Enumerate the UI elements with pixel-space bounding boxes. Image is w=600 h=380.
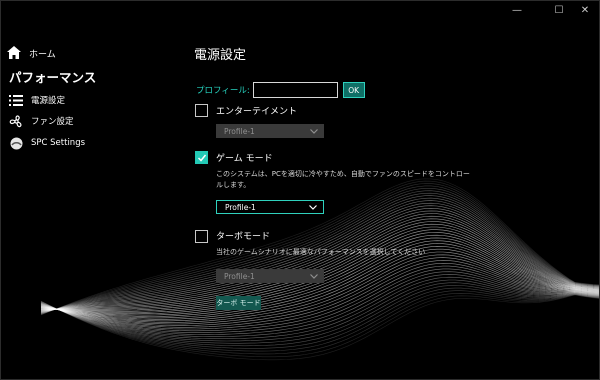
dropdown-value: Profile-1 — [225, 202, 256, 212]
turbo-mode-description: 当社のゲームシナリオに最適なパフォーマンスを選択してください — [216, 248, 426, 256]
turbo-mode-profile-dropdown: Profile-1 — [216, 269, 324, 283]
home-icon — [7, 44, 21, 63]
profile-name-input[interactable] — [252, 82, 338, 98]
dropdown-value: Profile-1 — [224, 271, 255, 281]
profile-ok-button[interactable]: OK — [342, 82, 365, 98]
chevron-down-icon — [310, 127, 318, 136]
sidebar-section-title: パフォーマンス — [9, 70, 97, 85]
chevron-down-icon — [310, 272, 318, 281]
turbo-mode-checkbox[interactable] — [195, 230, 208, 243]
list-icon — [7, 93, 25, 107]
sidebar-item-power-settings[interactable]: 電源設定 — [7, 91, 157, 109]
turbo-mode-button[interactable]: ターボ モード — [216, 296, 261, 310]
game-mode-description-line1: このシステムは、PCを適切に冷やすため、自動でファンのスピードをコントロー — [216, 170, 470, 178]
fan-icon — [7, 114, 25, 128]
sidebar-item-label: 電源設定 — [31, 96, 66, 106]
entertainment-label: エンターテイメント — [216, 107, 298, 117]
entertainment-profile-dropdown: Profile-1 — [216, 124, 324, 138]
entertainment-checkbox[interactable] — [195, 104, 208, 117]
page-title: 電源設定 — [194, 48, 247, 63]
profile-label: プロフィール: — [196, 86, 250, 96]
sidebar-item-label: SPC Settings — [31, 138, 86, 148]
main-content: 電源設定 プロフィール: OK エンターテイメント Profile-1 ゲーム … — [194, 1, 594, 379]
profile-row: プロフィール: OK — [196, 82, 365, 98]
sidebar-item-home[interactable]: ホーム — [7, 43, 56, 63]
game-mode-description-line2: ルします。 — [216, 181, 251, 189]
sidebar-item-label: ホーム — [29, 49, 56, 60]
turbo-mode-label: ターボモード — [216, 232, 271, 242]
game-mode-profile-dropdown[interactable]: Profile-1 — [216, 200, 324, 214]
sidebar-item-fan-settings[interactable]: ファン設定 — [7, 112, 157, 130]
sidebar-item-spc-settings[interactable]: SPC Settings — [7, 134, 157, 152]
spc-circle-icon — [7, 136, 25, 150]
game-mode-label: ゲーム モード — [216, 154, 273, 164]
app-window: — ☐ ✕ ホーム パフォーマンス 電源設定 ファン設定 SPC Setting… — [0, 0, 600, 380]
chevron-down-icon — [309, 203, 317, 212]
game-mode-checkbox[interactable] — [195, 151, 208, 164]
sidebar-item-label: ファン設定 — [31, 117, 74, 127]
checkmark-icon — [197, 154, 207, 162]
dropdown-value: Profile-1 — [224, 126, 255, 136]
